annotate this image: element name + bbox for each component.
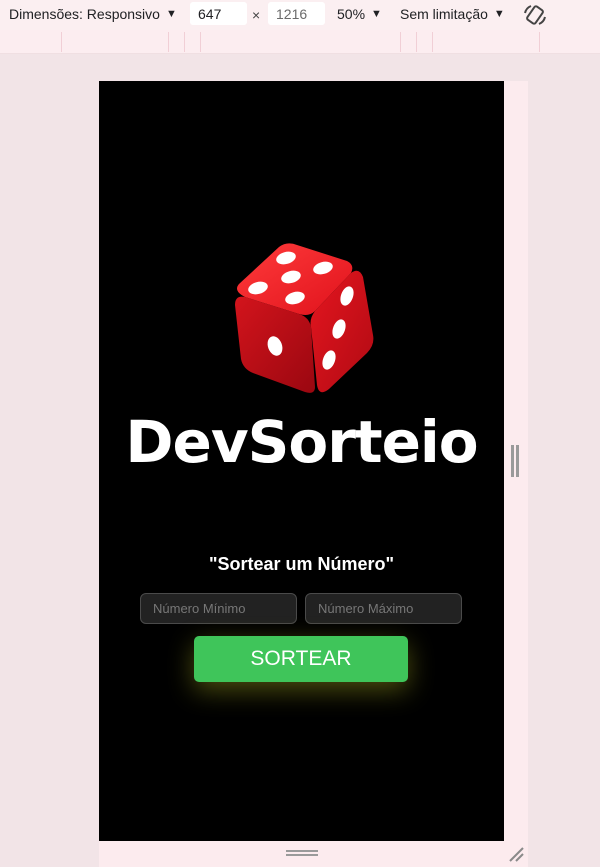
grip-line	[511, 445, 514, 477]
chevron-down-icon: ▼	[493, 7, 505, 20]
throttle-label: Sem limitação	[400, 6, 488, 22]
grip-line	[286, 850, 318, 852]
mq-tick	[539, 32, 540, 52]
grip-line	[286, 854, 318, 856]
height-input[interactable]	[268, 2, 325, 25]
app-logo-text: DevSorteio	[125, 408, 478, 476]
resize-handle-right[interactable]	[511, 445, 519, 477]
max-number-input[interactable]	[305, 593, 462, 624]
mq-tick	[61, 32, 62, 52]
dimensions-label: Dimensões: Responsivo	[9, 6, 160, 22]
resize-handle-bottom[interactable]	[286, 850, 318, 858]
media-query-bar[interactable]	[0, 30, 600, 54]
chevron-down-icon: ▼	[165, 7, 177, 20]
mq-tick	[168, 32, 169, 52]
rotate-icon[interactable]	[522, 3, 548, 27]
resize-corner-icon[interactable]	[507, 845, 525, 863]
throttle-dropdown[interactable]: Sem limitação ▼	[400, 6, 505, 22]
device-toolbar: Dimensões: Responsivo ▼ × 50% ▼ Sem limi…	[0, 0, 600, 30]
mq-tick	[432, 32, 433, 52]
app-viewport: DevSorteio "Sortear um Número" SORTEAR	[99, 81, 504, 841]
width-input[interactable]	[190, 2, 247, 25]
mq-tick	[184, 32, 185, 52]
min-number-input[interactable]	[140, 593, 297, 624]
mq-tick	[200, 32, 201, 52]
draw-button[interactable]: SORTEAR	[194, 636, 408, 682]
mq-tick	[416, 32, 417, 52]
dice-logo-icon	[235, 243, 374, 393]
grip-line	[516, 445, 519, 477]
zoom-dropdown[interactable]: 50% ▼	[337, 6, 382, 22]
viewport-frame: DevSorteio "Sortear um Número" SORTEAR	[99, 81, 528, 867]
zoom-label: 50%	[337, 6, 366, 22]
mq-tick	[400, 32, 401, 52]
page-subtitle: "Sortear um Número"	[208, 554, 395, 574]
times-symbol: ×	[252, 7, 261, 23]
chevron-down-icon: ▼	[371, 7, 382, 20]
dimensions-dropdown[interactable]: Dimensões: Responsivo ▼	[9, 6, 177, 22]
